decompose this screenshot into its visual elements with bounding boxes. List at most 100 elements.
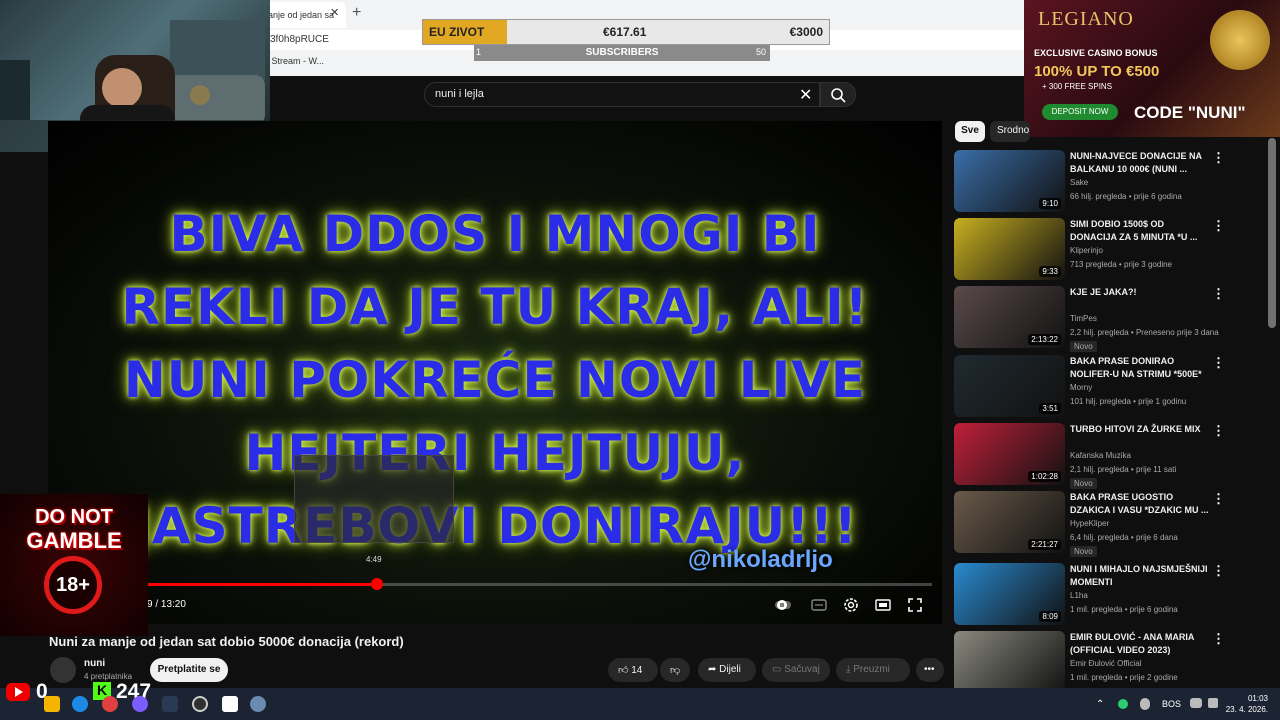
language-indicator[interactable]: BOS <box>1162 699 1181 709</box>
app-icon[interactable] <box>222 696 238 712</box>
gear-icon[interactable] <box>250 696 266 712</box>
video-thumbnail[interactable]: 2:13:22 <box>954 286 1065 348</box>
more-vertical-icon[interactable]: ⋮ <box>1212 631 1225 647</box>
chip-all[interactable]: Sve <box>955 121 985 142</box>
more-vertical-icon[interactable]: ⋮ <box>1212 286 1225 302</box>
discord-icon[interactable] <box>132 696 148 712</box>
sidebar-video-title[interactable]: NUNI-NAJVECE DONACIJE NA BALKANU 10 000€… <box>1070 150 1210 176</box>
microphone-icon[interactable] <box>1140 698 1150 710</box>
video-player[interactable]: BIVA DDOS I MNOGI BI REKLI DA JE TU KRAJ… <box>48 121 942 624</box>
search-icon <box>831 88 846 103</box>
casino-ad-banner[interactable]: LEGIANO EXCLUSIVE CASINO BONUS 100% UP T… <box>1024 0 1280 137</box>
sidebar-video-title[interactable]: SIMI DOBIO 1500$ OD DONACIJA ZA 5 MINUTA… <box>1070 218 1210 244</box>
sidebar-video-channel[interactable]: Kafanska Muzika <box>1070 451 1131 460</box>
sidebar-video-item[interactable]: 9:10 NUNI-NAJVECE DONACIJE NA BALKANU 10 … <box>954 150 1264 214</box>
sidebar-video-item[interactable]: 9:33 SIMI DOBIO 1500$ OD DONACIJA ZA 5 MI… <box>954 218 1264 282</box>
fullscreen-button[interactable] <box>906 596 924 614</box>
obs-icon[interactable] <box>192 696 208 712</box>
like-button[interactable]: 👍︎ 14 <box>608 658 658 682</box>
video-thumbnail[interactable]: 1:02:28 <box>954 423 1065 485</box>
sidebar-video-item[interactable]: 8:09 NUNI I MIHAJLO NAJSMJEŠNIJI MOMENTI L… <box>954 563 1264 627</box>
steam-icon[interactable] <box>162 696 178 712</box>
video-text-line: HEJTERI HEJTUJU, <box>244 424 746 482</box>
sidebar-video-channel[interactable]: Sake <box>1070 178 1088 187</box>
sidebar-video-channel[interactable]: Morny <box>1070 383 1092 392</box>
share-button[interactable]: ➦ Dijeli <box>698 658 756 682</box>
search-button[interactable] <box>820 82 856 107</box>
age-label: 18+ <box>56 574 90 596</box>
sidebar-video-title[interactable]: BAKA PRASE DONIRAO NOLIFER-U NA STRIMU *… <box>1070 355 1210 381</box>
sidebar-video-title[interactable]: BAKA PRASE UGOSTIO DZAKICA I VASU *DZAKI… <box>1070 491 1210 517</box>
sidebar-video-title[interactable]: KJE JE JAKA?! <box>1070 286 1210 299</box>
subscribe-button[interactable]: Pretplatite se <box>150 658 228 682</box>
sidebar-video-channel[interactable]: Kliperinjo <box>1070 246 1103 255</box>
more-vertical-icon[interactable]: ⋮ <box>1212 423 1225 439</box>
volume-icon[interactable] <box>1208 698 1218 708</box>
gamble-line: DO NOT <box>35 506 113 528</box>
download-button[interactable]: ⤓ Preuzmi <box>836 658 910 682</box>
subtitles-button[interactable] <box>810 596 828 614</box>
sidebar-video-channel[interactable]: HypeKliper <box>1070 519 1109 528</box>
sidebar-video-item[interactable]: 2:13:22 KJE JE JAKA?! TimPes 2,2 hilj. preg… <box>954 286 1264 352</box>
save-button[interactable]: ▭ Sačuvaj <box>762 658 830 682</box>
more-vertical-icon[interactable]: ⋮ <box>1212 150 1225 166</box>
more-vertical-icon[interactable]: ⋮ <box>1212 355 1225 371</box>
video-thumbnail[interactable]: 9:33 <box>954 218 1065 280</box>
sidebar-video-item[interactable]: 3:51 BAKA PRASE DONIRAO NOLIFER-U NA STRI… <box>954 355 1264 419</box>
plus-icon[interactable]: + <box>352 4 361 22</box>
status-icon[interactable] <box>1118 699 1128 709</box>
sidebar-video-item[interactable]: EMIR ĐULOVIĆ - ANA MARIA (OFFICIAL VIDEO… <box>954 631 1264 695</box>
goal-target-amount: €3000 <box>789 25 823 39</box>
network-icon[interactable] <box>1190 698 1202 708</box>
sidebar-video-channel[interactable]: TimPes <box>1070 314 1097 323</box>
sidebar-video-channel[interactable]: L1ha <box>1070 591 1088 600</box>
sidebar-video-title[interactable]: EMIR ĐULOVIĆ - ANA MARIA (OFFICIAL VIDEO… <box>1070 631 1210 657</box>
promo-code: CODE "NUNI" <box>1134 103 1246 122</box>
edge-icon[interactable] <box>72 696 88 712</box>
deposit-button[interactable]: DEPOSIT NOW <box>1042 104 1118 120</box>
preview-time: 4:49 <box>366 555 382 564</box>
search-input[interactable]: nuni i lejla <box>435 88 484 100</box>
new-badge: Novo <box>1070 546 1097 557</box>
youtube-icon <box>6 683 30 701</box>
video-thumbnail[interactable]: 9:10 <box>954 150 1065 212</box>
settings-button[interactable] <box>842 596 860 614</box>
sidebar-video-item[interactable]: 1:02:28 TURBO HITOVI ZA ŽURKE MIX Kafanska… <box>954 423 1264 489</box>
clock-date[interactable]: 23. 4. 2026. <box>1220 705 1268 714</box>
dislike-button[interactable]: 👎︎ <box>660 658 690 682</box>
ad-spins: + 300 FREE SPINS <box>1042 82 1113 91</box>
sidebar-video-meta: 1 mil. pregleda • prije 6 godina <box>1070 605 1178 614</box>
channel-name[interactable]: nuni <box>84 658 105 669</box>
progress-bar[interactable] <box>146 583 932 586</box>
autoplay-toggle[interactable] <box>774 596 792 614</box>
app-icon[interactable] <box>102 696 118 712</box>
video-thumbnail[interactable]: 8:09 <box>954 563 1065 625</box>
more-vertical-icon[interactable]: ⋮ <box>1212 563 1225 579</box>
scrollbar[interactable] <box>1268 138 1276 328</box>
more-actions-button[interactable]: ••• <box>916 658 944 682</box>
video-title: Nuni za manje od jedan sat dobio 5000€ d… <box>49 634 404 649</box>
video-thumbnail[interactable]: 2:21:27 <box>954 491 1065 553</box>
close-icon[interactable]: ✕ <box>330 6 339 19</box>
sidebar-video-meta: 6,4 hilj. pregleda • prije 6 dana <box>1070 533 1178 542</box>
sidebar-video-channel[interactable]: Emir Đulović Official <box>1070 659 1141 668</box>
sidebar-video-title[interactable]: TURBO HITOVI ZA ŽURKE MIX <box>1070 423 1210 436</box>
video-duration: 1:02:28 <box>1028 471 1061 482</box>
chevron-up-icon[interactable]: ⌃ <box>1096 699 1106 710</box>
progress-fill <box>146 583 375 586</box>
sidebar-video-item[interactable]: 2:21:27 BAKA PRASE UGOSTIO DZAKICA I VASU… <box>954 491 1264 557</box>
search-box[interactable]: nuni i lejla ✕ <box>424 82 820 107</box>
scrub-handle[interactable] <box>371 578 383 590</box>
miniplayer-button[interactable] <box>874 596 892 614</box>
folder-icon[interactable] <box>44 696 60 712</box>
video-thumbnail[interactable] <box>954 631 1065 693</box>
chip-related[interactable]: Srodno <box>990 121 1030 142</box>
avatar[interactable] <box>50 657 76 683</box>
clock-time[interactable]: 01:03 <box>1228 694 1268 703</box>
more-vertical-icon[interactable]: ⋮ <box>1212 218 1225 234</box>
more-vertical-icon[interactable]: ⋮ <box>1212 491 1225 507</box>
sidebar-video-title[interactable]: NUNI I MIHAJLO NAJSMJEŠNIJI MOMENTI <box>1070 563 1210 589</box>
video-thumbnail[interactable]: 3:51 <box>954 355 1065 417</box>
close-icon[interactable]: ✕ <box>799 85 812 105</box>
bookmark-item[interactable]: yt Stream - W... <box>262 56 324 66</box>
